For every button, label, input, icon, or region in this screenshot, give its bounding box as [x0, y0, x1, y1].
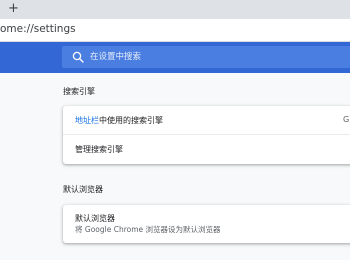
address-bar-search-engine-row[interactable]: 地址栏中使用的搜索引擎 G [63, 106, 350, 134]
manage-search-engines-label: 管理搜索引擎 [75, 145, 123, 154]
default-browser-row[interactable]: 默认浏览器 将 Google Chrome 浏览器设为默认浏览器 [63, 205, 350, 243]
address-bar-link[interactable]: 地址栏 [75, 116, 99, 125]
search-engine-card: 地址栏中使用的搜索引擎 G 管理搜索引擎 [63, 106, 350, 164]
search-engine-select[interactable]: G [343, 115, 349, 124]
section-title-search-engine: 搜索引擎 [63, 87, 95, 96]
default-browser-card: 默认浏览器 将 Google Chrome 浏览器设为默认浏览器 [63, 205, 350, 243]
address-bar-label-rest: 中使用的搜索引擎 [99, 116, 163, 125]
address-bar[interactable]: ome://settings [0, 19, 350, 42]
section-title-default-browser: 默认浏览器 [63, 185, 103, 194]
url-text[interactable]: ome://settings [0, 22, 76, 36]
default-browser-description: 将 Google Chrome 浏览器设为默认浏览器 [75, 225, 221, 234]
settings-search-input[interactable] [90, 47, 350, 67]
address-bar-search-engine-label: 地址栏中使用的搜索引擎 [75, 115, 163, 126]
settings-search-box[interactable] [62, 46, 350, 68]
new-tab-button[interactable]: + [8, 1, 19, 17]
manage-search-engines-row[interactable]: 管理搜索引擎 [63, 135, 350, 163]
tab-strip: + [0, 0, 350, 19]
default-browser-label: 默认浏览器 [75, 214, 115, 223]
search-icon [72, 51, 84, 63]
